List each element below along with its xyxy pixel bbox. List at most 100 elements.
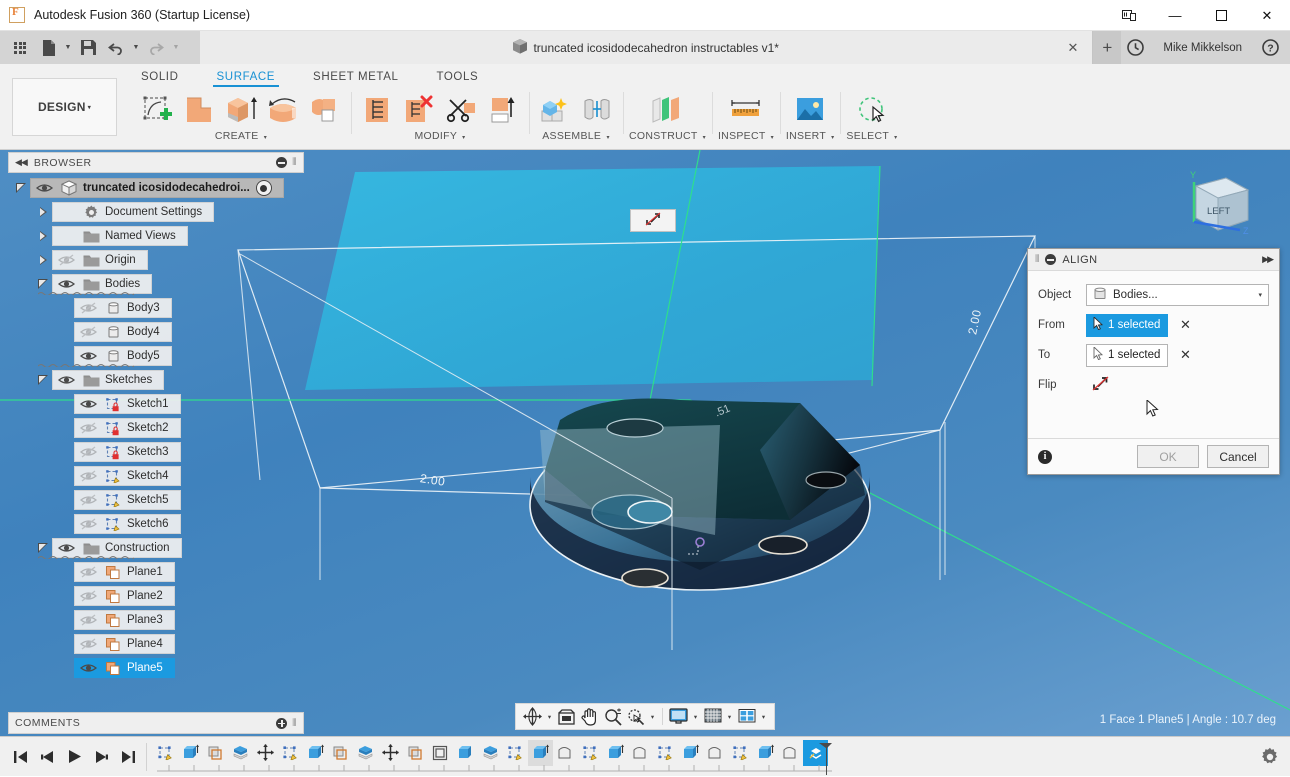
tree-item-plane4[interactable]: Plane4	[8, 632, 304, 656]
expand-right-icon[interactable]: ▶▶	[1262, 254, 1272, 265]
select-lasso-icon[interactable]	[852, 89, 892, 131]
tree-item-chip[interactable]: Construction	[52, 538, 182, 558]
display-settings-icon[interactable]	[667, 704, 690, 729]
timeline-feature-extrude[interactable]	[753, 740, 778, 766]
tree-item-body5[interactable]: Body5	[8, 344, 304, 368]
timeline-feature-sketch[interactable]	[503, 740, 528, 766]
trim-icon[interactable]	[441, 89, 481, 131]
orbit-icon[interactable]	[521, 704, 544, 729]
visibility-eye-icon[interactable]	[75, 349, 101, 363]
timeline-feature-offset-face[interactable]	[478, 740, 503, 766]
revolve-icon[interactable]	[263, 89, 303, 131]
timeline-settings-gear-icon[interactable]	[1250, 747, 1290, 767]
viewports-icon[interactable]	[735, 704, 758, 729]
view-cube[interactable]: LEFT Y Z	[1174, 164, 1254, 244]
tree-item-plane3[interactable]: Plane3	[8, 608, 304, 632]
visibility-eye-icon[interactable]	[75, 613, 101, 627]
tree-twisty[interactable]	[34, 279, 52, 290]
step-back-icon[interactable]	[35, 744, 59, 770]
delete-face-icon[interactable]	[399, 89, 439, 131]
extrude-icon[interactable]	[179, 89, 219, 131]
user-name-label[interactable]: Mike Mikkelson	[1149, 42, 1256, 54]
timeline-feature-plane[interactable]	[403, 740, 428, 766]
timeline-feature-plane[interactable]	[328, 740, 353, 766]
comments-panel[interactable]: COMMENTS ⦀	[8, 712, 304, 734]
info-icon[interactable]: i	[1038, 450, 1052, 464]
to-clear-icon[interactable]: ✕	[1180, 347, 1191, 363]
tree-item-plane2[interactable]: Plane2	[8, 584, 304, 608]
timeline-feature-sketch[interactable]	[578, 740, 603, 766]
circle-minus-icon[interactable]	[276, 157, 287, 168]
close-button[interactable]: ✕	[1244, 0, 1290, 31]
tree-item-sketch6[interactable]: Sketch6	[8, 512, 304, 536]
circle-minus-icon[interactable]	[1045, 254, 1056, 265]
visibility-eye-icon[interactable]	[75, 325, 101, 339]
visibility-eye-icon[interactable]	[75, 493, 101, 507]
timeline-feature-extrude[interactable]	[303, 740, 328, 766]
timeline-feature-revolve[interactable]	[628, 740, 653, 766]
tab-sheet-metal[interactable]: SHEET METAL	[309, 69, 402, 87]
visibility-eye-icon[interactable]	[53, 541, 79, 555]
tab-surface[interactable]: SURFACE	[213, 69, 280, 87]
new-component-icon[interactable]	[535, 89, 575, 131]
grid-snap-caret-icon[interactable]: ▾	[724, 704, 735, 729]
visibility-eye-icon[interactable]	[75, 397, 101, 411]
app-grid-icon[interactable]	[6, 34, 34, 62]
tree-item-origin[interactable]: Origin	[8, 248, 304, 272]
joint-icon[interactable]	[577, 89, 617, 131]
visibility-eye-icon[interactable]	[53, 277, 79, 291]
zoom-window-caret-icon[interactable]: ▾	[647, 704, 658, 729]
tree-item-sketch3[interactable]: Sketch3	[8, 440, 304, 464]
timeline-feature-move[interactable]	[378, 740, 403, 766]
mini-flip-toolbar[interactable]	[630, 209, 676, 232]
timeline-feature-extrude[interactable]	[528, 740, 553, 766]
visibility-eye-icon[interactable]	[31, 181, 57, 195]
tree-item-document-settings[interactable]: Document Settings	[8, 200, 304, 224]
go-to-end-icon[interactable]	[116, 744, 140, 770]
tree-item-chip[interactable]: Named Views	[52, 226, 188, 246]
tree-item-body3[interactable]: Body3	[8, 296, 304, 320]
ok-button[interactable]: OK	[1137, 445, 1199, 468]
chevron-down-icon[interactable]: ▾	[1258, 291, 1262, 299]
timeline-feature-body-blue[interactable]	[453, 740, 478, 766]
object-dropdown[interactable]: Bodies... ▾	[1086, 284, 1269, 306]
tree-item-construction[interactable]: Construction	[8, 536, 304, 560]
from-selection-picker[interactable]: 1 selected	[1086, 314, 1168, 337]
visibility-eye-icon[interactable]	[75, 661, 101, 675]
radio-dot-icon[interactable]	[256, 180, 272, 196]
zoom-window-icon[interactable]	[624, 704, 647, 729]
timeline-feature-plane[interactable]	[203, 740, 228, 766]
tree-item-chip[interactable]: Origin	[52, 250, 148, 270]
tree-item-chip[interactable]: Document Settings	[52, 202, 214, 222]
visibility-eye-icon[interactable]	[75, 589, 101, 603]
visibility-eye-icon[interactable]	[53, 253, 79, 267]
extend-icon[interactable]	[483, 89, 523, 131]
tree-item-plane5[interactable]: Plane5	[8, 656, 304, 680]
grip-icon[interactable]: ⦀	[1035, 254, 1039, 265]
dialog-header[interactable]: ⦀ ALIGN ▶▶	[1028, 249, 1279, 271]
tree-item-chip[interactable]: Plane2	[74, 586, 175, 606]
tree-item-chip[interactable]: Bodies	[52, 274, 152, 294]
tree-item-body4[interactable]: Body4	[8, 320, 304, 344]
viewports-caret-icon[interactable]: ▾	[758, 704, 769, 729]
pan-hand-icon[interactable]	[578, 704, 601, 729]
play-icon[interactable]	[62, 744, 86, 770]
flip-icon[interactable]	[645, 212, 661, 229]
maximize-button[interactable]	[1198, 0, 1244, 31]
grip-icon[interactable]: ⦀	[292, 157, 297, 168]
fit-view-icon[interactable]	[555, 704, 578, 729]
flip-icon[interactable]	[1092, 376, 1109, 394]
timeline-feature-sketch[interactable]	[653, 740, 678, 766]
tree-item-chip[interactable]: Plane4	[74, 634, 175, 654]
circle-plus-icon[interactable]	[276, 718, 287, 729]
tree-item-chip[interactable]: Sketches	[52, 370, 164, 390]
timeline-feature-shell[interactable]	[553, 740, 578, 766]
tree-item-chip[interactable]: Body5	[74, 346, 172, 366]
timeline-feature-revolve[interactable]	[778, 740, 803, 766]
orbit-caret-icon[interactable]: ▾	[544, 704, 555, 729]
tree-item-chip[interactable]: Plane1	[74, 562, 175, 582]
minimize-button[interactable]: —	[1152, 0, 1198, 31]
tree-item-chip[interactable]: Sketch1	[74, 394, 181, 414]
timeline-feature-extrude[interactable]	[178, 740, 203, 766]
visibility-eye-icon[interactable]	[75, 637, 101, 651]
